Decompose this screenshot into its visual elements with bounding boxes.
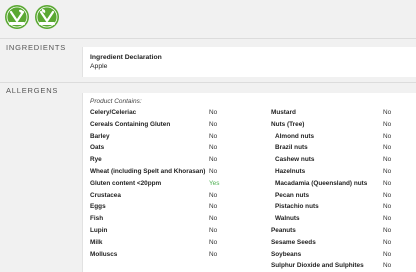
allergen-value: No <box>383 203 392 211</box>
allergen-name: Wheat (including Spelt and Khorasan) <box>90 167 206 175</box>
allergen-value: No <box>383 179 392 187</box>
diet-badges <box>4 4 60 30</box>
allergens-section-label: ALLERGENS <box>6 86 59 95</box>
allergen-name: Molluscs <box>90 250 118 258</box>
allergen-value: No <box>383 215 392 223</box>
allergen-name: Peanuts <box>271 226 296 234</box>
allergen-name: Celery/Celeriac <box>90 109 137 116</box>
allergen-value: No <box>383 191 392 199</box>
allergen-name: Nuts (Tree) <box>271 120 305 128</box>
allergen-value: No <box>383 132 392 140</box>
allergen-row: Nuts (Tree) No <box>271 119 411 131</box>
allergen-name: Rye <box>90 156 102 164</box>
allergen-value: No <box>383 167 392 175</box>
allergen-name: Fish <box>90 215 104 223</box>
allergen-row: Wheat (including Spelt and Khorasan) No <box>90 166 260 178</box>
allergen-value: No <box>209 156 218 164</box>
allergen-name: Milk <box>90 238 103 246</box>
allergen-name: Crustacea <box>90 191 121 199</box>
allergen-value: No <box>383 262 392 270</box>
allergen-row: Cereals Containing Gluten No <box>90 119 260 131</box>
allergen-row: Eggs No <box>90 201 260 213</box>
allergen-name: Almond nuts <box>275 132 315 140</box>
ingredients-panel: Ingredient Declaration Apple <box>82 47 416 77</box>
allergen-row: Sulphur Dioxide and Sulphites No <box>271 260 411 272</box>
allergen-name: Eggs <box>90 203 106 211</box>
allergen-value: No <box>209 250 218 258</box>
allergen-name: Walnuts <box>275 215 300 223</box>
allergen-value: No <box>383 144 392 152</box>
allergen-name: Pecan nuts <box>275 191 310 199</box>
allergen-row: Walnuts No <box>271 213 411 225</box>
allergen-row: Macadamia (Queensland) nuts No <box>271 178 411 190</box>
allergen-row: Oats No <box>90 142 260 154</box>
allergen-name: Lupin <box>90 226 108 234</box>
allergen-value: No <box>209 132 218 140</box>
ingredient-declaration-value: Apple <box>90 63 108 70</box>
allergen-row: Brazil nuts No <box>271 142 411 154</box>
allergen-value: No <box>209 215 218 223</box>
allergen-value: No <box>209 226 218 234</box>
allergen-name: Sulphur Dioxide and Sulphites <box>271 262 364 270</box>
allergen-row: Gluten content <20ppm Yes <box>90 178 260 190</box>
allergen-value: No <box>209 109 218 116</box>
allergen-value: No <box>383 226 392 234</box>
allergen-list-left: Celery/Celeriac No Cereals Containing Glut… <box>90 107 260 260</box>
allergen-name: Mustard <box>271 109 296 116</box>
allergen-row: Hazelnuts No <box>271 166 411 178</box>
allergen-name: Gluten content <20ppm <box>90 179 162 187</box>
allergen-name: Brazil nuts <box>275 144 308 152</box>
section-divider <box>0 82 416 83</box>
allergen-row: Lupin No <box>90 225 260 237</box>
allergen-value: No <box>383 156 392 164</box>
allergen-value: No <box>209 238 218 246</box>
allergen-row: Fish No <box>90 213 260 225</box>
allergen-value: No <box>383 250 392 258</box>
allergen-name: Cereals Containing Gluten <box>90 120 171 128</box>
allergen-value: No <box>209 167 218 175</box>
allergen-name: Cashew nuts <box>275 156 315 164</box>
allergen-row: Barley No <box>90 131 260 143</box>
allergen-value: Yes <box>209 179 220 187</box>
allergen-row: Milk No <box>90 237 260 249</box>
allergen-value: No <box>383 238 392 246</box>
allergen-row: Soybeans No <box>271 249 411 261</box>
allergen-row: Peanuts No <box>271 225 411 237</box>
allergen-row: Cashew nuts No <box>271 154 411 166</box>
allergen-name: Soybeans <box>271 250 302 258</box>
allergen-row: Molluscs No <box>90 249 260 261</box>
product-contains-label: Product Contains: <box>90 98 142 105</box>
allergen-value: No <box>209 144 218 152</box>
allergen-name: Oats <box>90 144 105 152</box>
allergen-row: Pecan nuts No <box>271 190 411 202</box>
allergen-value: No <box>209 191 218 199</box>
allergen-name: Macadamia (Queensland) nuts <box>275 179 368 187</box>
allergens-panel: Product Contains: Celery/Celeriac No Cerea… <box>82 93 416 272</box>
allergen-row: Sesame Seeds No <box>271 237 411 249</box>
allergen-row: Rye No <box>90 154 260 166</box>
allergen-value: No <box>209 203 218 211</box>
vegetarian-badge-icon <box>5 5 29 29</box>
section-divider <box>0 38 416 39</box>
allergen-name: Hazelnuts <box>275 167 306 175</box>
allergen-row: Pistachio nuts No <box>271 201 411 213</box>
allergen-name: Barley <box>90 132 110 140</box>
vegan-badge-icon <box>35 5 59 29</box>
allergen-row: Celery/Celeriac No <box>90 107 260 119</box>
ingredient-declaration-title: Ingredient Declaration <box>90 54 162 61</box>
allergen-name: Sesame Seeds <box>271 238 316 246</box>
allergen-name: Pistachio nuts <box>275 203 319 211</box>
allergen-value: No <box>383 109 392 116</box>
allergen-value: No <box>383 120 392 128</box>
allergen-list-right: Mustard No Nuts (Tree) No Almond nuts No Brazi… <box>271 107 411 272</box>
ingredients-section-label: INGREDIENTS <box>6 43 67 52</box>
allergen-row: Mustard No <box>271 107 411 119</box>
allergen-value: No <box>209 120 218 128</box>
allergen-row: Almond nuts No <box>271 131 411 143</box>
allergen-row: Crustacea No <box>90 190 260 202</box>
